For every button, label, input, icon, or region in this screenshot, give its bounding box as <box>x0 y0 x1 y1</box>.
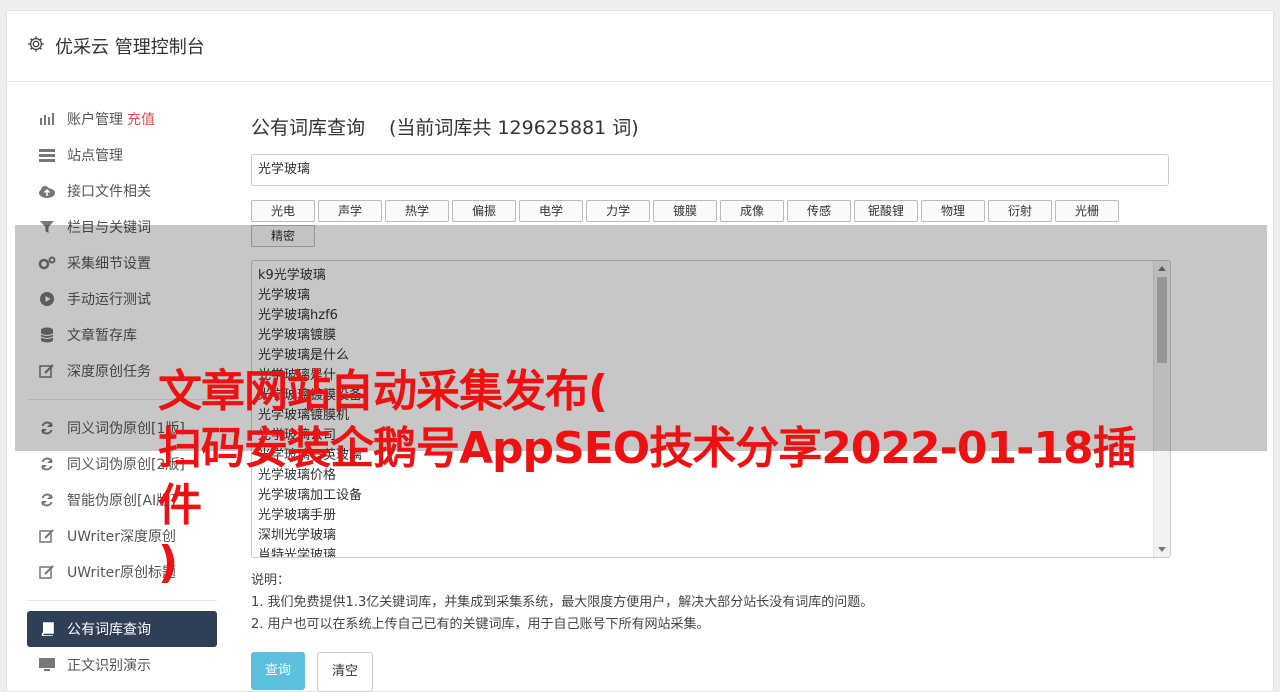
sidebar-item-label: 账户管理 <box>67 112 123 128</box>
watermark-line: ) <box>158 537 178 588</box>
refresh-icon <box>37 456 57 472</box>
tag-button[interactable]: 铌酸锂 <box>854 200 918 222</box>
tag-button[interactable]: 光电 <box>251 200 315 222</box>
refresh-icon <box>37 492 57 508</box>
sidebar-item-account[interactable]: 账户管理 充值 <box>27 101 217 137</box>
query-button[interactable]: 查询 <box>251 652 306 690</box>
button-row: 查询 清空 <box>251 652 1171 692</box>
book-icon <box>37 621 57 637</box>
note-line: 2. 用户也可以在系统上传自己已有的关键词库，用于自己账号下所有网站采集。 <box>251 617 710 632</box>
divider <box>27 600 217 601</box>
sidebar-item-public-lexicon[interactable]: 公有词库查询 <box>27 611 217 647</box>
tag-button[interactable]: 衍射 <box>988 200 1052 222</box>
gear-icon <box>27 35 45 57</box>
note-line: 1. 我们免费提供1.3亿关键词库，并集成到采集系统，最大限度方便用户，解决大部… <box>251 595 874 610</box>
tag-button[interactable]: 热学 <box>385 200 449 222</box>
edit-icon <box>37 528 57 544</box>
tag-button[interactable]: 物理 <box>921 200 985 222</box>
tag-button[interactable]: 镀膜 <box>653 200 717 222</box>
edit-icon <box>37 564 57 580</box>
sidebar-item-label: 公有词库查询 <box>67 622 151 638</box>
tag-button[interactable]: 成像 <box>720 200 784 222</box>
watermark-line: 文章网站自动采集发布( <box>158 366 608 417</box>
page-title: 优采云 管理控制台 <box>55 37 205 58</box>
tag-button[interactable]: 力学 <box>586 200 650 222</box>
sidebar-item-label: 接口文件相关 <box>67 184 151 200</box>
watermark-text: 文章网站自动采集发布( 扫码安装企鹅号AppSEO技术分享2022-01-18插… <box>158 363 1158 591</box>
clear-button[interactable]: 清空 <box>317 652 374 692</box>
sidebar-item-api-files[interactable]: 接口文件相关 <box>27 173 217 209</box>
sidebar-item-label: 正文识别演示 <box>67 658 151 674</box>
sidebar-item-label: 站点管理 <box>67 148 123 164</box>
section-title: 公有词库查询 <box>251 117 366 139</box>
tag-button[interactable]: 偏振 <box>452 200 516 222</box>
cloud-upload-icon <box>37 183 57 199</box>
panel-header: 优采云 管理控制台 <box>7 11 1273 82</box>
lexicon-count: (当前词库共 129625881 词) <box>389 117 639 139</box>
scroll-down-icon[interactable] <box>1158 547 1166 552</box>
bar-chart-icon <box>37 111 57 127</box>
tag-button[interactable]: 光栅 <box>1055 200 1119 222</box>
watermark-line: 扫码安装企鹅号AppSEO技术分享2022-01-18插件 <box>158 423 1137 531</box>
section-heading: 公有词库查询 (当前词库共 129625881 词) <box>251 113 1171 140</box>
sidebar-item-text-recognition[interactable]: 正文识别演示 <box>27 647 217 683</box>
monitor-icon <box>37 657 57 673</box>
sidebar-item-sites[interactable]: 站点管理 <box>27 137 217 173</box>
tag-button[interactable]: 声学 <box>318 200 382 222</box>
recharge-link[interactable]: 充值 <box>127 109 155 129</box>
server-icon <box>37 147 57 163</box>
tag-button[interactable]: 传感 <box>787 200 851 222</box>
keyword-input[interactable]: 光学玻璃 <box>251 154 1169 186</box>
tag-button[interactable]: 电学 <box>519 200 583 222</box>
